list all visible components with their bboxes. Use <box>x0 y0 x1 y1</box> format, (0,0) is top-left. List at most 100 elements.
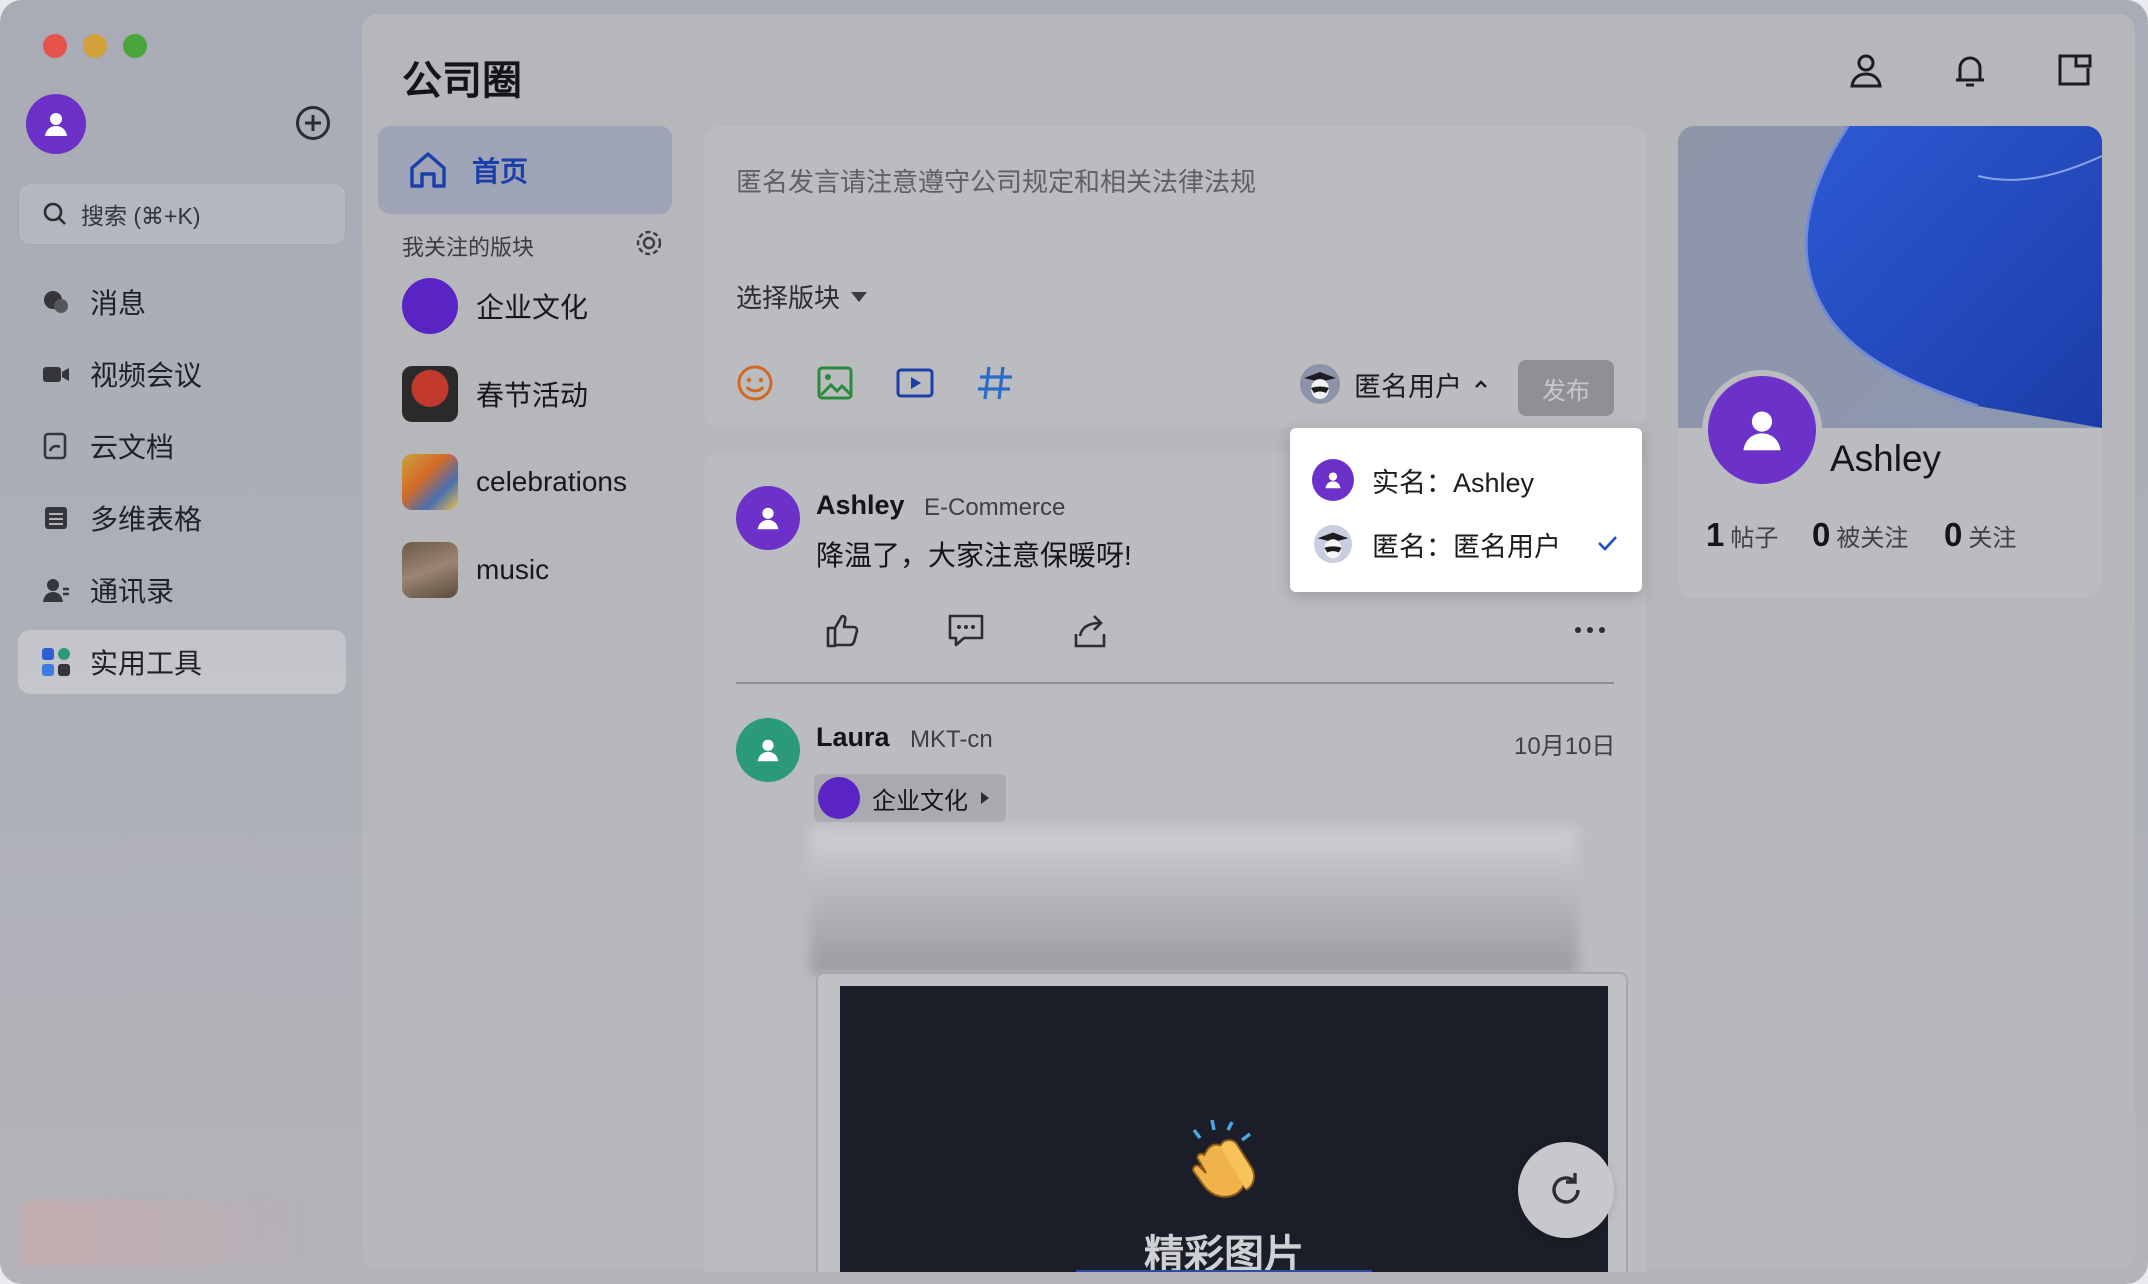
caret-down-icon <box>851 291 868 302</box>
following-label: 关注 <box>1968 525 2017 552</box>
blurred-image <box>810 828 1578 974</box>
image-icon[interactable] <box>814 362 856 404</box>
sidebar-item-contacts[interactable]: 通讯录 <box>18 558 346 622</box>
composer-input[interactable]: 匿名发言请注意遵守公司规定和相关法律法规 <box>736 162 1256 199</box>
section-item-spring-festival[interactable]: 春节活动 <box>402 364 588 424</box>
new-window-icon[interactable] <box>2054 50 2094 90</box>
profile-icon[interactable] <box>1846 50 1886 90</box>
add-button[interactable] <box>296 106 330 140</box>
sidebar-item-label: 云文档 <box>90 432 175 463</box>
publish-button[interactable]: 发布 <box>1518 360 1614 416</box>
checkmark-icon <box>1598 536 1617 551</box>
post-divider <box>736 682 1614 684</box>
sidebar-item-multi-table[interactable]: 多维表格 <box>18 486 346 550</box>
identity-option-real[interactable]: 实名：Ashley <box>1312 452 1534 508</box>
post-author-dept: MKT-cn <box>910 726 993 753</box>
bell-icon[interactable] <box>1950 50 1990 90</box>
section-item-culture[interactable]: 企业文化 <box>402 276 588 336</box>
real-label: 实名： <box>1372 467 1453 498</box>
video-icon[interactable] <box>894 362 936 404</box>
sidebar-item-label: 视频会议 <box>90 360 203 391</box>
section-item-label: 企业文化 <box>476 292 589 323</box>
select-section-dropdown[interactable]: 选择版块 <box>736 278 868 315</box>
identity-selector[interactable]: 匿名用户 <box>1298 362 1488 406</box>
post-section-tag[interactable]: 企业文化 <box>814 774 1006 822</box>
contacts-icon <box>40 574 72 606</box>
media-caption: 精彩图片 <box>1144 1233 1304 1272</box>
post-author-avatar[interactable] <box>736 718 800 782</box>
select-section-label: 选择版块 <box>736 283 841 313</box>
post-author-avatar[interactable] <box>736 486 800 550</box>
identity-menu: 实名：Ashley 匿名：匿名用户 <box>1290 428 1642 592</box>
maximize-window-button[interactable] <box>123 34 147 58</box>
post-composer: 匿名发言请注意遵守公司规定和相关法律法规 选择版块 匿名用户 发布 <box>704 126 1646 428</box>
tag-thumbnail <box>818 777 860 819</box>
profile-avatar[interactable] <box>1702 370 1822 490</box>
profile-name: Ashley <box>1830 438 1942 479</box>
share-icon[interactable] <box>1070 610 1110 650</box>
post-media[interactable]: 精彩图片 <box>840 986 1608 1272</box>
followers-stat[interactable]: 0 被关注 <box>1812 516 1908 554</box>
section-item-music[interactable]: music <box>402 540 549 600</box>
sidebar-item-label: 消息 <box>90 288 147 319</box>
anonymous-avatar-icon <box>1313 524 1353 564</box>
sidebar-item-video-meeting[interactable]: 视频会议 <box>18 342 346 406</box>
post-author-name[interactable]: Laura <box>816 722 890 753</box>
search-placeholder: 搜索 (⌘+K) <box>81 203 201 229</box>
followed-sections-label: 我关注的版块 <box>402 235 535 260</box>
more-icon[interactable] <box>1570 610 1610 650</box>
sidebar-item-cloud-docs[interactable]: 云文档 <box>18 414 346 478</box>
refresh-button[interactable] <box>1518 1142 1614 1238</box>
search-input[interactable]: 搜索 (⌘+K) <box>18 183 346 245</box>
nav-home[interactable]: 首页 <box>378 126 672 214</box>
section-thumbnail <box>402 454 458 510</box>
section-thumbnail <box>402 278 458 334</box>
tag-label: 企业文化 <box>872 787 968 815</box>
sidebar-item-label: 通讯录 <box>90 576 175 607</box>
app-window: 搜索 (⌘+K) 消息 视频会议 云文档 多维表格 通讯录 实用工具 公司圈 首… <box>0 0 2148 1284</box>
search-icon <box>43 202 66 225</box>
anonymous-avatar-icon <box>1300 364 1340 404</box>
anon-name: 匿名用户 <box>1453 531 1561 562</box>
real-name: Ashley <box>1453 467 1535 498</box>
posts-label: 帖子 <box>1730 525 1779 552</box>
table-icon <box>40 502 72 534</box>
user-avatar[interactable] <box>26 94 86 154</box>
post-date: 10月10日 <box>1514 733 1616 760</box>
blurred-rail-item <box>20 1200 300 1266</box>
following-stat[interactable]: 0 关注 <box>1944 516 2016 554</box>
profile-card: Ashley 1 帖子 0 被关注 0 关注 <box>1678 126 2102 598</box>
emoji-icon[interactable] <box>734 362 776 404</box>
gear-icon[interactable] <box>634 228 664 258</box>
post-author-dept: E-Commerce <box>924 494 1066 521</box>
cloud-doc-icon <box>40 430 72 462</box>
real-avatar <box>1312 459 1354 501</box>
sidebar-item-tools[interactable]: 实用工具 <box>18 630 346 694</box>
chevron-up-icon <box>1475 380 1487 388</box>
sidebar-item-messages[interactable]: 消息 <box>18 270 346 334</box>
section-item-label: 春节活动 <box>476 380 589 411</box>
clapping-hands-icon <box>1192 1119 1255 1198</box>
identity-label: 匿名用户 <box>1354 371 1462 402</box>
sidebar-item-label: 多维表格 <box>90 504 203 535</box>
video-camera-icon <box>40 358 72 390</box>
like-icon[interactable] <box>822 610 862 650</box>
anon-label: 匿名： <box>1372 531 1453 562</box>
media-highlight-bar <box>1076 1270 1372 1272</box>
caret-right-icon <box>981 792 989 804</box>
comment-icon[interactable] <box>946 610 986 650</box>
posts-stat[interactable]: 1 帖子 <box>1706 516 1778 554</box>
nav-home-label: 首页 <box>472 156 529 187</box>
hashtag-icon[interactable] <box>974 362 1016 404</box>
section-item-celebrations[interactable]: celebrations <box>402 452 627 512</box>
minimize-window-button[interactable] <box>83 34 107 58</box>
posts-count: 1 <box>1706 516 1725 553</box>
post-text: 降温了，大家注意保暖呀! <box>816 540 1132 571</box>
tools-icon <box>40 646 72 678</box>
identity-option-anonymous[interactable]: 匿名：匿名用户 <box>1312 516 1561 572</box>
close-window-button[interactable] <box>43 34 67 58</box>
post-author-name[interactable]: Ashley <box>816 490 905 521</box>
followers-label: 被关注 <box>1836 525 1909 552</box>
page-title: 公司圈 <box>402 59 522 103</box>
section-item-label: music <box>476 554 550 585</box>
